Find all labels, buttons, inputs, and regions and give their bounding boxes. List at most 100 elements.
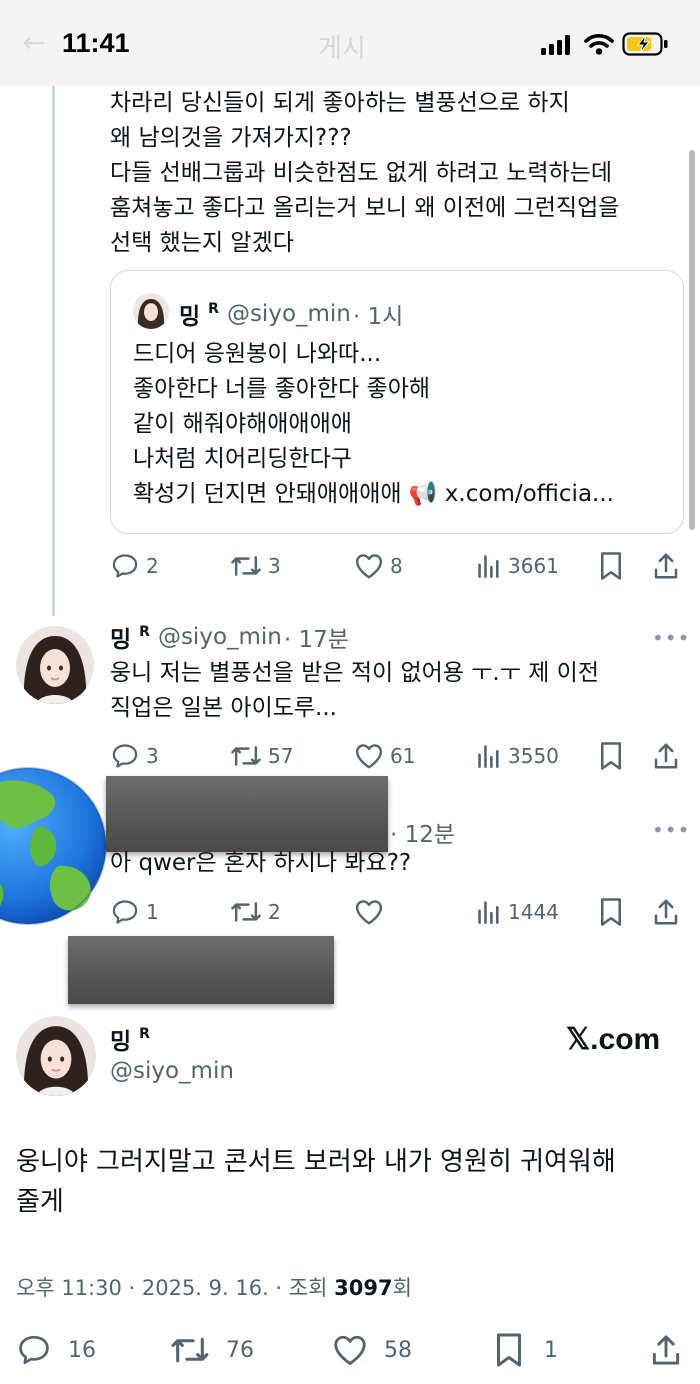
globe-icon xyxy=(0,767,107,925)
back-arrow-icon[interactable]: ← xyxy=(22,26,45,59)
like-button[interactable]: 58 xyxy=(332,1330,412,1370)
heart-icon xyxy=(355,900,383,925)
tweet-header: 밍 R @siyo_min · 17분 xyxy=(110,620,349,654)
meta-views[interactable]: 3097 xyxy=(334,1276,392,1300)
view-count: 3661 xyxy=(508,554,559,578)
tweet-text: 아 qwer은 혼자 하시나 봐요?? xyxy=(110,850,412,876)
share-icon xyxy=(654,553,678,579)
reply-button[interactable]: 16 xyxy=(16,1330,96,1370)
heart-icon xyxy=(355,554,383,579)
retweet-icon xyxy=(231,746,261,766)
bookmark-button[interactable]: 1 xyxy=(494,1330,558,1370)
views-button[interactable]: 3661 xyxy=(476,548,559,584)
avatar[interactable] xyxy=(133,293,169,329)
text-line: 웅니 저는 별풍선을 받은 적이 없어용 ㅜ.ㅜ 제 이전 xyxy=(110,660,599,686)
tweet-text: 차라리 당신들이 되게 좋아하는 별풍선으로 하지 왜 남의것을 가져가지???… xyxy=(110,86,690,261)
text-line: 직업은 일본 아이도루... xyxy=(110,695,337,721)
share-button[interactable] xyxy=(652,548,680,584)
text-line: 확성기 던지면 안돼애애애애 📢 x.com/officia... xyxy=(133,481,614,507)
wifi-icon xyxy=(584,34,614,55)
badge: R xyxy=(139,1026,150,1042)
quote-text: 드디어 응원봉이 나와따... 좋아한다 너를 좋아한다 좋아해 같이 해줘야해… xyxy=(133,337,673,512)
handle[interactable]: @siyo_min xyxy=(158,624,282,650)
tweet-actions: 2 3 8 3661 xyxy=(110,548,690,584)
like-count: 58 xyxy=(384,1337,412,1363)
retweet-button[interactable]: 76 xyxy=(170,1330,254,1370)
view-count: 1444 xyxy=(508,900,559,924)
more-options-icon[interactable]: ••• xyxy=(652,626,690,650)
share-button[interactable] xyxy=(650,1330,682,1370)
tweet-actions: 3 57 61 3550 xyxy=(110,738,690,774)
text-line: 줄게 xyxy=(16,1187,64,1217)
text-line: 웅니야 그러지말고 콘서트 보러와 내가 영원히 귀여워해 xyxy=(16,1147,616,1177)
timestamp[interactable]: · 12분 xyxy=(390,815,455,849)
reply-button[interactable]: 1 xyxy=(110,894,159,930)
bookmark-icon xyxy=(601,742,621,770)
display-name[interactable]: 밍 xyxy=(179,297,200,331)
badge: R xyxy=(208,301,219,317)
bookmark-button[interactable] xyxy=(598,894,624,930)
handle[interactable]: @siyo_min xyxy=(227,301,351,327)
retweet-icon xyxy=(171,1337,209,1363)
x-logo: 𝕏.com xyxy=(566,1023,661,1056)
page-title: 게시 xyxy=(318,34,366,64)
like-button[interactable]: 61 xyxy=(354,738,415,774)
thread-line xyxy=(52,86,55,616)
heart-icon xyxy=(334,1335,366,1365)
reply-icon xyxy=(112,744,138,768)
reply-icon xyxy=(19,1335,49,1365)
reply-count: 1 xyxy=(146,900,159,924)
bookmark-button[interactable] xyxy=(598,548,624,584)
retweet-count: 76 xyxy=(226,1337,254,1363)
reply-button[interactable]: 3 xyxy=(110,738,159,774)
reply-count: 2 xyxy=(146,554,159,578)
share-icon xyxy=(654,899,678,925)
avatar[interactable] xyxy=(16,1016,96,1096)
more-options-icon[interactable]: ••• xyxy=(652,818,690,842)
display-name[interactable]: 밍 xyxy=(110,1022,131,1056)
tweet-actions: 1 2 1444 xyxy=(110,894,690,930)
globe-avatar[interactable] xyxy=(0,766,107,925)
reply-count: 3 xyxy=(146,744,159,768)
share-button[interactable] xyxy=(652,738,680,774)
share-button[interactable] xyxy=(652,894,680,930)
text-line: 나처럼 치어리딩한다구 xyxy=(133,446,352,472)
heart-icon xyxy=(355,744,383,769)
clock-time: 11:41 xyxy=(62,28,130,58)
text-line: 왜 남의것을 가져가지??? xyxy=(110,125,352,151)
redacted-name xyxy=(106,776,388,852)
retweet-count: 57 xyxy=(268,744,294,768)
share-icon xyxy=(654,743,678,769)
analytics-icon xyxy=(478,745,499,768)
timestamp[interactable]: · 1시 xyxy=(353,297,403,331)
text-line: 같이 해줘야해애애애애 xyxy=(133,411,352,437)
handle[interactable]: @siyo_min xyxy=(110,1058,234,1084)
quoted-tweet-card[interactable]: 밍 R @siyo_min · 1시 드디어 응원봉이 나와따... 좋아한다 … xyxy=(110,270,684,534)
retweet-count: 3 xyxy=(268,554,281,578)
avatar[interactable] xyxy=(16,626,94,704)
text-line: 차라리 당신들이 되게 좋아하는 별풍선으로 하지 xyxy=(110,90,570,116)
views-button[interactable]: 1444 xyxy=(476,894,559,930)
retweet-count: 2 xyxy=(268,900,281,924)
view-count: 3550 xyxy=(508,744,559,768)
bookmark-button[interactable] xyxy=(598,738,624,774)
text-line: 드디어 응원봉이 나와따... xyxy=(133,341,382,367)
reply-count: 16 xyxy=(68,1337,96,1363)
retweet-icon xyxy=(231,556,261,576)
scrollbar[interactable] xyxy=(689,150,695,530)
reply-button[interactable]: 2 xyxy=(110,548,159,584)
like-button[interactable]: 8 xyxy=(354,548,403,584)
tweet-text: 웅니 저는 별풍선을 받은 적이 없어용 ㅜ.ㅜ 제 이전 직업은 일본 아이도… xyxy=(110,656,690,726)
bookmark-icon xyxy=(497,1333,521,1367)
share-icon xyxy=(652,1335,680,1365)
timestamp[interactable]: · 17분 xyxy=(284,620,349,654)
main-tweet-text: 웅니야 그러지말고 콘서트 보러와 내가 영원히 귀여워해 줄게 xyxy=(16,1142,686,1222)
like-button[interactable] xyxy=(354,894,390,930)
views-button[interactable]: 3550 xyxy=(476,738,559,774)
bookmark-icon xyxy=(601,898,621,926)
display-name[interactable]: 밍 xyxy=(110,620,131,654)
retweet-button[interactable]: 57 xyxy=(230,738,293,774)
retweet-button[interactable]: 2 xyxy=(230,894,281,930)
retweet-button[interactable]: 3 xyxy=(230,548,281,584)
text-line: 다들 선배그룹과 비슷한점도 없게 하려고 노력하는데 xyxy=(110,160,613,186)
